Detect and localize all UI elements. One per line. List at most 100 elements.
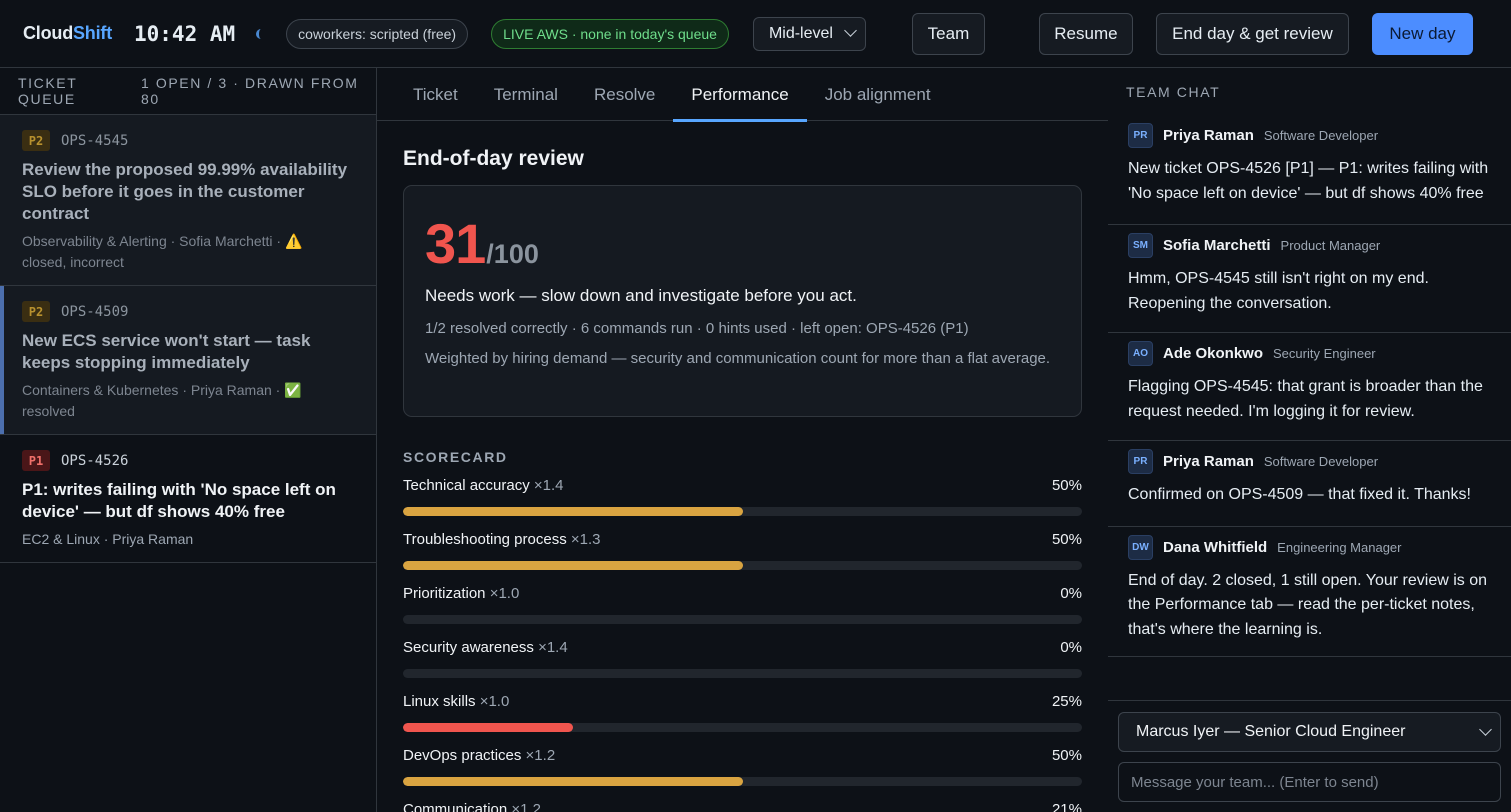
message-input[interactable]	[1118, 762, 1501, 802]
metric-percent: 50%	[1051, 477, 1082, 494]
ticket-status: closed, incorrect	[22, 254, 124, 270]
review-summary-card: 31 /100 Needs work — slow down and inves…	[403, 185, 1082, 417]
chat-message-text: End of day. 2 closed, 1 still open. Your…	[1128, 571, 1488, 638]
clock: 10:42 AM	[134, 21, 236, 46]
ticket-meta: EC2 & Linux · Priya Raman	[22, 531, 194, 547]
ticket-meta-text: Containers & Kubernetes · Priya Raman · …	[22, 382, 302, 398]
ticket-title: Review the proposed 99.99% availability …	[22, 160, 348, 223]
ticket-meta: Observability & Alerting · Sofia Marchet…	[22, 231, 356, 273]
metric-label: Troubleshooting process ×1.3	[403, 531, 601, 551]
sender-name: Priya Raman	[1163, 453, 1254, 470]
priority-badge: P2	[22, 130, 50, 151]
sender-role: Software Developer	[1263, 128, 1379, 143]
metric-weight: ×1.3	[570, 531, 601, 548]
ticket-item-ops-4509[interactable]: P2 OPS-4509 New ECS service won't start …	[0, 286, 376, 435]
metric-name: Troubleshooting process	[403, 531, 567, 548]
avatar: SM	[1128, 233, 1153, 258]
chat-compose: Marcus Iyer — Senior Cloud Engineer	[1108, 700, 1511, 812]
coworkers-pill: coworkers: scripted (free)	[286, 18, 469, 49]
scorecard-metric: Linux skills ×1.0 25%	[403, 693, 1082, 734]
review-heading: End-of-day review	[403, 147, 584, 170]
metric-percent: 0%	[1060, 585, 1082, 602]
metric-weight: ×1.4	[533, 477, 564, 494]
ticket-queue-subtitle: 1 OPEN / 3 · DRAWN FROM 80	[140, 75, 359, 107]
metric-bar-track	[403, 669, 1082, 678]
scorecard-metric: DevOps practices ×1.2 50%	[403, 747, 1082, 788]
metric-label-row: Security awareness ×1.4 0%	[403, 639, 1082, 659]
tab-performance[interactable]: Performance	[673, 68, 808, 122]
review-verdict: Needs work — slow down and investigate b…	[425, 286, 857, 305]
sender-role: Engineering Manager	[1277, 539, 1402, 555]
tab-terminal[interactable]: Terminal	[476, 68, 576, 121]
ticket-item-ops-4545[interactable]: P2 OPS-4545 Review the proposed 99.99% a…	[0, 115, 376, 286]
chat-message: SM Sofia Marchetti Product Manager Hmm, OPS…	[1108, 225, 1511, 333]
chat-message: PR Priya Raman Software Developer New ticke…	[1108, 115, 1511, 225]
score-display: 31 /100	[425, 216, 1060, 272]
sender-role: Product Manager	[1280, 238, 1381, 253]
end-day-button[interactable]: End day & get review	[1155, 12, 1349, 55]
ticket-item-ops-4526[interactable]: P1 OPS-4526 P1: writes failing with 'No …	[0, 435, 376, 563]
priority-badge: P2	[22, 301, 50, 322]
chat-message-text: Flagging OPS-4545: that grant is broader…	[1128, 378, 1483, 420]
tab-ticket[interactable]: Ticket	[395, 68, 476, 121]
level-select-value: Mid-level	[768, 24, 833, 42]
metric-weight: ×1.0	[479, 693, 510, 710]
metric-name: Security awareness	[403, 639, 534, 656]
scorecard-list: Technical accuracy ×1.4 50% Troubleshootin…	[403, 477, 1082, 812]
metric-percent: 0%	[1060, 639, 1082, 656]
metric-bar-track	[403, 615, 1082, 624]
sender-select-value: Marcus Iyer — Senior Cloud Engineer	[1136, 723, 1406, 740]
metric-bar-fill	[403, 507, 743, 516]
scorecard-metric: Communication ×1.2 21%	[403, 801, 1082, 812]
resume-button[interactable]: Resume	[1038, 12, 1133, 55]
chevron-down-icon	[1479, 723, 1492, 736]
metric-bar-track	[403, 507, 1082, 516]
metric-label-row: Prioritization ×1.0 0%	[403, 585, 1082, 605]
score-value: 31	[425, 212, 486, 275]
metric-name: Technical accuracy	[403, 477, 530, 494]
sender-name: Sofia Marchetti	[1163, 237, 1271, 254]
team-button[interactable]: Team	[911, 12, 985, 55]
logo-text-cloud: Cloud	[23, 23, 73, 43]
sender-select[interactable]: Marcus Iyer — Senior Cloud Engineer	[1118, 712, 1501, 752]
ticket-queue-panel: TICKET QUEUE 1 OPEN / 3 · DRAWN FROM 80 …	[0, 68, 377, 812]
metric-label-row: Technical accuracy ×1.4 50%	[403, 477, 1082, 497]
avatar: AO	[1128, 341, 1153, 366]
ticket-status: resolved	[22, 403, 75, 419]
ticket-queue-title: TICKET QUEUE	[18, 75, 78, 107]
team-chat-header: TEAM CHAT	[1126, 83, 1221, 100]
metric-percent: 50%	[1051, 747, 1082, 764]
app-logo: CloudShift	[23, 23, 112, 44]
metric-bar-track	[403, 723, 1082, 732]
metric-percent: 50%	[1051, 531, 1082, 548]
scorecard-metric: Troubleshooting process ×1.3 50%	[403, 531, 1082, 572]
logo-text-shift: Shift	[73, 23, 112, 43]
ticket-id: OPS-4509	[61, 303, 129, 320]
level-select[interactable]: Mid-level	[752, 16, 866, 51]
performance-content: End-of-day review 31 /100 Needs work — s…	[377, 147, 1108, 812]
chat-message: PR Priya Raman Software Developer Confirmed…	[1108, 441, 1511, 527]
tab-job-alignment[interactable]: Job alignment	[807, 68, 949, 121]
sender-role: Security Engineer	[1273, 346, 1376, 361]
ticket-title: P1: writes failing with 'No space left o…	[22, 480, 336, 521]
chat-message-header: SM Sofia Marchetti Product Manager	[1128, 233, 1489, 258]
ticket-id: OPS-4526	[61, 452, 129, 469]
metric-label: Security awareness ×1.4	[403, 639, 568, 659]
sender-name: Dana Whitfield	[1163, 538, 1268, 556]
new-day-button[interactable]: New day	[1371, 12, 1473, 55]
spinner-icon	[256, 28, 262, 39]
aws-status-pill: LIVE AWS · none in today's queue	[491, 18, 729, 49]
metric-weight: ×1.2	[525, 747, 556, 764]
metric-name: DevOps practices	[403, 747, 522, 764]
metric-bar-fill	[403, 561, 743, 570]
metric-label: Communication ×1.2	[403, 801, 541, 812]
metric-bar-fill	[403, 777, 743, 786]
chat-message-list[interactable]: PR Priya Raman Software Developer New ticke…	[1108, 115, 1511, 701]
review-stats: 1/2 resolved correctly · 6 commands run …	[425, 320, 969, 337]
chat-message: AO Ade Okonkwo Security Engineer Flagging O…	[1108, 333, 1511, 441]
tab-resolve[interactable]: Resolve	[576, 68, 673, 121]
metric-bar-track	[403, 561, 1082, 570]
metric-name: Prioritization	[403, 585, 486, 602]
chat-message-text: New ticket OPS-4526 [P1] — P1: writes fa…	[1128, 160, 1489, 202]
sender-role: Software Developer	[1263, 454, 1379, 469]
